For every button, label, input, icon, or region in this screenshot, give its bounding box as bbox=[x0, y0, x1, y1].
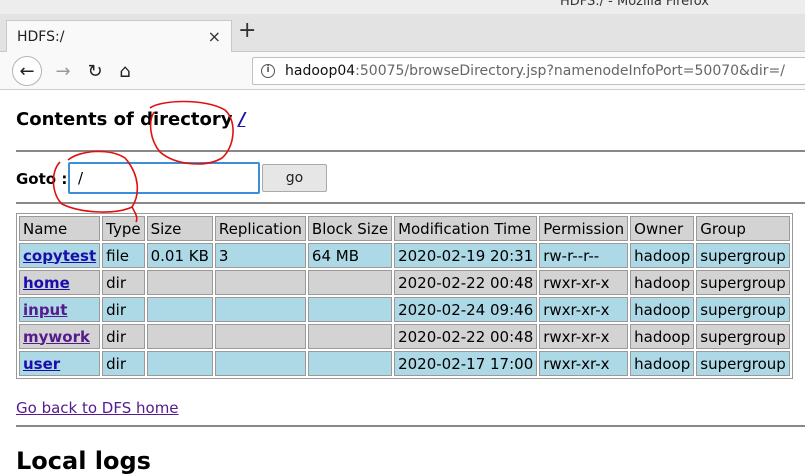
cell-replication: 3 bbox=[214, 243, 306, 268]
page-title-text: Contents of directory bbox=[16, 109, 239, 130]
cell-name: mywork bbox=[19, 324, 101, 349]
entry-link-user[interactable]: user bbox=[23, 355, 60, 373]
cell-group: supergroup bbox=[696, 324, 790, 349]
goto-label: Goto : bbox=[16, 170, 68, 188]
cell-modification-time: 2020-02-22 00:48 bbox=[394, 270, 538, 295]
cell-size: 0.01 KB bbox=[146, 243, 213, 268]
table-row: home dir 2020-02-22 00:48 rwxr-xr-x hado… bbox=[19, 270, 790, 295]
cell-name: home bbox=[19, 270, 101, 295]
cell-block-size: 64 MB bbox=[307, 243, 393, 268]
cell-size bbox=[146, 270, 213, 295]
column-header-name: Name bbox=[19, 216, 101, 241]
cell-replication bbox=[214, 270, 306, 295]
column-header-permission: Permission bbox=[539, 216, 629, 241]
cell-group: supergroup bbox=[696, 297, 790, 322]
cell-type: dir bbox=[102, 351, 145, 376]
window-title: HDFS:/ - Mozilla Firefox bbox=[560, 0, 709, 9]
navigation-toolbar: ← → ↻ ⌂ i hadoop04:50075/browseDirectory… bbox=[0, 52, 805, 90]
page-title: Contents of directory / bbox=[16, 109, 245, 130]
url-path: :50075/browseDirectory.jsp?namenodeInfoP… bbox=[355, 63, 785, 79]
divider bbox=[16, 202, 805, 204]
cell-size bbox=[146, 351, 213, 376]
column-header-replication: Replication bbox=[214, 216, 306, 241]
entry-link-home[interactable]: home bbox=[23, 274, 70, 292]
cell-replication bbox=[214, 324, 306, 349]
close-tab-icon[interactable]: × bbox=[208, 27, 221, 46]
column-header-group: Group bbox=[696, 216, 790, 241]
tab-hdfs[interactable]: HDFS:/ × bbox=[6, 20, 232, 53]
table-row: input dir 2020-02-24 09:46 rwxr-xr-x had… bbox=[19, 297, 790, 322]
cell-modification-time: 2020-02-19 20:31 bbox=[394, 243, 538, 268]
divider bbox=[16, 150, 805, 152]
cell-name: user bbox=[19, 351, 101, 376]
table-row: mywork dir 2020-02-22 00:48 rwxr-xr-x ha… bbox=[19, 324, 790, 349]
table-row: user dir 2020-02-17 17:00 rwxr-xr-x hado… bbox=[19, 351, 790, 376]
cell-name: input bbox=[19, 297, 101, 322]
tab-strip: HDFS:/ × + bbox=[0, 14, 805, 53]
tab-title: HDFS:/ bbox=[17, 29, 65, 45]
column-header-modification-time: Modification Time bbox=[394, 216, 538, 241]
table-header-row: Name Type Size Replication Block Size Mo… bbox=[19, 216, 790, 241]
cell-block-size bbox=[307, 270, 393, 295]
dfs-home-link[interactable]: Go back to DFS home bbox=[16, 399, 179, 417]
cell-permission: rwxr-xr-x bbox=[539, 270, 629, 295]
cell-size bbox=[146, 297, 213, 322]
divider bbox=[16, 425, 805, 427]
cell-modification-time: 2020-02-22 00:48 bbox=[394, 324, 538, 349]
column-header-owner: Owner bbox=[630, 216, 695, 241]
table-row: copytest file 0.01 KB 3 64 MB 2020-02-19… bbox=[19, 243, 790, 268]
url-host: hadoop04 bbox=[285, 63, 356, 79]
cell-type: file bbox=[102, 243, 145, 268]
site-info-icon[interactable]: i bbox=[261, 64, 275, 78]
cell-group: supergroup bbox=[696, 270, 790, 295]
cell-permission: rwxr-xr-x bbox=[539, 324, 629, 349]
entry-link-mywork[interactable]: mywork bbox=[23, 328, 90, 346]
go-button[interactable]: go bbox=[262, 164, 327, 192]
home-icon[interactable]: ⌂ bbox=[110, 56, 140, 86]
cell-block-size bbox=[307, 324, 393, 349]
directory-listing-table: Name Type Size Replication Block Size Mo… bbox=[16, 213, 793, 379]
back-arrow-icon[interactable]: ← bbox=[12, 56, 42, 86]
cell-permission: rwxr-xr-x bbox=[539, 297, 629, 322]
cell-modification-time: 2020-02-17 17:00 bbox=[394, 351, 538, 376]
cell-type: dir bbox=[102, 324, 145, 349]
cell-block-size bbox=[307, 297, 393, 322]
cell-replication bbox=[214, 297, 306, 322]
column-header-block-size: Block Size bbox=[307, 216, 393, 241]
cell-owner: hadoop bbox=[630, 243, 695, 268]
entry-link-input[interactable]: input bbox=[23, 301, 67, 319]
cell-owner: hadoop bbox=[630, 297, 695, 322]
cell-group: supergroup bbox=[696, 351, 790, 376]
window-titlebar: HDFS:/ - Mozilla Firefox bbox=[0, 0, 805, 14]
cell-group: supergroup bbox=[696, 243, 790, 268]
cell-size bbox=[146, 324, 213, 349]
column-header-type: Type bbox=[102, 216, 145, 241]
forward-arrow-icon[interactable]: → bbox=[48, 56, 78, 86]
cell-permission: rw-r--r-- bbox=[539, 243, 629, 268]
page-content: Contents of directory / Goto : go Name T… bbox=[0, 91, 805, 475]
cell-owner: hadoop bbox=[630, 270, 695, 295]
reload-icon[interactable]: ↻ bbox=[80, 56, 110, 86]
address-bar[interactable]: i hadoop04:50075/browseDirectory.jsp?nam… bbox=[252, 57, 805, 85]
cell-permission: rwxr-xr-x bbox=[539, 351, 629, 376]
root-directory-link[interactable]: / bbox=[239, 109, 246, 130]
column-header-size: Size bbox=[146, 216, 213, 241]
goto-path-input[interactable] bbox=[68, 162, 260, 194]
cell-owner: hadoop bbox=[630, 351, 695, 376]
local-logs-heading: Local logs bbox=[16, 447, 151, 475]
url-text[interactable]: hadoop04:50075/browseDirectory.jsp?namen… bbox=[285, 63, 785, 79]
new-tab-icon[interactable]: + bbox=[238, 18, 256, 43]
cell-owner: hadoop bbox=[630, 324, 695, 349]
entry-link-copytest[interactable]: copytest bbox=[23, 247, 96, 265]
cell-replication bbox=[214, 351, 306, 376]
cell-type: dir bbox=[102, 270, 145, 295]
cell-name: copytest bbox=[19, 243, 101, 268]
cell-type: dir bbox=[102, 297, 145, 322]
cell-block-size bbox=[307, 351, 393, 376]
cell-modification-time: 2020-02-24 09:46 bbox=[394, 297, 538, 322]
